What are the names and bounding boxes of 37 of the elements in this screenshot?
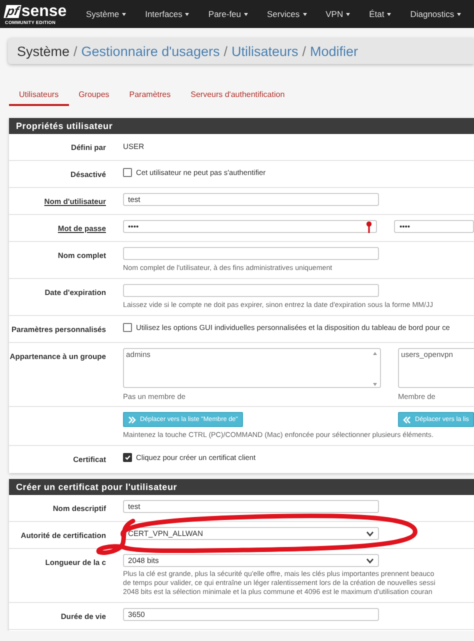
- caret-icon: [457, 12, 462, 16]
- nav-menu[interactable]: Système: [86, 9, 126, 19]
- breadcrumb-separator: /: [302, 44, 306, 58]
- tab[interactable]: Groupes: [68, 82, 120, 106]
- checkbox[interactable]: [123, 453, 132, 462]
- caret-icon: [302, 12, 307, 16]
- breadcrumb-separator: /: [224, 44, 228, 58]
- logo-text: sense: [21, 4, 67, 20]
- nav-menu[interactable]: Interfaces: [145, 9, 190, 19]
- caret-icon: [244, 12, 248, 16]
- panel-heading: Créer un certificat pour l'utilisateur: [9, 479, 474, 495]
- input-field[interactable]: [123, 247, 379, 260]
- chevron-down-icon: [366, 530, 374, 536]
- nav-menu[interactable]: Services: [267, 9, 307, 19]
- scrollbar-arrows-icon: [372, 350, 378, 388]
- chevron-down-icon: [366, 558, 374, 564]
- checkbox[interactable]: [123, 323, 132, 332]
- double-chevron-right-icon: [128, 416, 136, 424]
- nav-menu[interactable]: Pare-feu: [208, 9, 248, 19]
- nav-menu[interactable]: Diagnostics: [410, 9, 462, 19]
- caret-icon: [122, 12, 126, 16]
- tab[interactable]: Utilisateurs: [9, 82, 69, 106]
- checkbox[interactable]: [123, 168, 132, 177]
- nav-menu[interactable]: VPN: [326, 9, 350, 19]
- breadcrumb-item: Système: [17, 44, 70, 58]
- double-chevron-left-icon: [403, 416, 411, 424]
- caret-icon: [387, 12, 392, 16]
- caret-icon: [185, 12, 190, 16]
- input-field[interactable]: [123, 284, 379, 297]
- tab[interactable]: Serveurs d'authentification: [180, 82, 295, 106]
- panel-heading: Propriétés utilisateur: [9, 118, 474, 134]
- breadcrumb-separator: /: [74, 44, 78, 58]
- caret-icon: [346, 12, 350, 16]
- checkmark-icon: [124, 453, 131, 462]
- nav-menu[interactable]: État: [369, 9, 392, 19]
- tab[interactable]: Paramètres: [119, 82, 181, 106]
- logo-mark: pf: [4, 5, 22, 18]
